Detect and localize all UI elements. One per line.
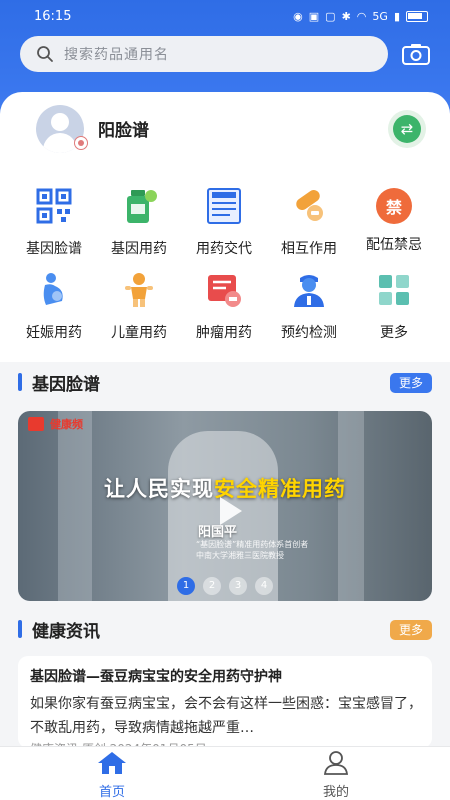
camera-icon[interactable] <box>401 42 431 66</box>
news-more-button[interactable]: 更多 <box>390 620 432 640</box>
user-icon <box>323 751 349 775</box>
switch-profile-button[interactable]: ⇄ <box>388 110 426 148</box>
grid-label: 相互作用 <box>281 241 337 257</box>
video-subtitle-line2: 中南大学湘雅三医院教授 <box>196 551 284 560</box>
video-subtitle-line1: “基因脸谱”精准用药体系首创者 <box>196 540 309 549</box>
signal-icon: ▮ <box>393 9 400 23</box>
grid-label: 妊娠用药 <box>26 325 82 341</box>
forbidden-badge-icon: 禁 <box>376 188 412 224</box>
pregnant-woman-icon <box>43 273 63 305</box>
instruction-sheet-icon <box>207 188 241 224</box>
news-summary: 如果你家有蚕豆病宝宝，会不会有这样一些困惑：宝宝感冒了，不敢乱用药，导致病情越拖… <box>30 696 422 736</box>
grid-label: 基因用药 <box>111 241 167 257</box>
grid-label: 基因脸谱 <box>26 241 82 257</box>
vibrate-icon: ▢ <box>325 9 336 23</box>
search-input[interactable]: 搜索药品通用名 <box>64 44 169 64</box>
grid-label: 用药交代 <box>196 241 252 257</box>
video-brand-logo-icon <box>28 417 44 431</box>
tab-home-label: 首页 <box>98 785 125 800</box>
grid-item-tumor[interactable]: 肿瘤用药 <box>182 266 266 341</box>
grid-item-children[interactable]: 儿童用药 <box>97 266 181 341</box>
child-icon <box>125 273 153 307</box>
carousel-dot[interactable]: 4 <box>255 577 273 595</box>
profile-card[interactable]: 阳脸谱 ⇄ <box>18 96 434 162</box>
grid-item-interaction[interactable]: 相互作用 <box>267 182 351 257</box>
search-bar[interactable]: 搜索药品通用名 <box>20 36 388 72</box>
avatar-badge-icon <box>74 136 88 150</box>
grid-label: 预约检测 <box>281 325 337 341</box>
grid-item-drug-instructions[interactable]: 用药交代 <box>182 182 266 257</box>
section-title-gene: 基因脸谱 <box>18 370 100 395</box>
profile-name: 阳脸谱 <box>98 121 149 141</box>
forbidden-badge-text: 禁 <box>385 198 402 217</box>
grid-item-gene-face[interactable]: 基因脸谱 <box>12 182 96 257</box>
grid-item-more[interactable]: 更多 <box>352 266 436 341</box>
more-grid-icon <box>379 275 409 305</box>
medicine-bottle-icon <box>127 190 157 223</box>
battery-icon <box>406 10 428 22</box>
app-screen: 16:15 ◉ ▣ ▢ ✱ ◠ 5G ▮ 搜索药品通用名 阳脸谱 ⇄ 基因脸谱 … <box>0 0 450 800</box>
grid-item-pregnancy[interactable]: 妊娠用药 <box>12 266 96 341</box>
news-title[interactable]: 基因脸谱—蚕豆病宝宝的安全用药守护神 <box>30 666 282 686</box>
video-headline-prefix: 让人民实现 <box>104 477 214 501</box>
swap-arrows-icon: ⇄ <box>393 115 421 143</box>
carousel-dot[interactable]: 3 <box>229 577 247 595</box>
nfc-icon: ▣ <box>308 9 320 23</box>
home-icon <box>98 752 126 774</box>
status-bar: 16:15 ◉ ▣ ▢ ✱ ◠ 5G ▮ <box>0 0 450 32</box>
grid-label: 配伍禁忌 <box>366 237 422 253</box>
grid-item-gene-drug[interactable]: 基因用药 <box>97 182 181 257</box>
bottom-tab-bar: 首页 我的 <box>0 746 450 800</box>
eye-icon: ◉ <box>293 9 303 23</box>
signal-label: 5G <box>372 9 388 23</box>
carousel-dot[interactable]: 2 <box>203 577 221 595</box>
doctor-icon <box>294 275 324 307</box>
tumor-report-icon <box>208 275 241 307</box>
grid-label: 肿瘤用药 <box>196 325 252 341</box>
status-icons: ◉ ▣ ▢ ✱ ◠ 5G ▮ <box>293 10 428 23</box>
bluetooth-icon: ✱ <box>341 9 351 23</box>
grid-item-incompatibility[interactable]: 禁 配伍禁忌 <box>352 182 436 253</box>
qr-code-icon <box>36 188 72 224</box>
video-person-subtitle: “基因脸谱”精准用药体系首创者 中南大学湘雅三医院教授 <box>196 539 308 561</box>
video-banner[interactable]: 健康频 让人民实现安全精准用药 阳国平 “基因脸谱”精准用药体系首创者 中南大学… <box>18 411 432 601</box>
status-time: 16:15 <box>34 8 72 24</box>
pills-icon <box>296 189 323 221</box>
video-person-name: 阳国平 <box>198 525 238 540</box>
tab-mine-label: 我的 <box>322 785 349 800</box>
news-card[interactable]: 基因脸谱—蚕豆病宝宝的安全用药守护神 如果你家有蚕豆病宝宝，会不会有这样一些困惑… <box>18 656 432 756</box>
wifi-icon: ◠ <box>356 9 367 23</box>
carousel-dot[interactable]: 1 <box>177 577 195 595</box>
gene-more-button[interactable]: 更多 <box>390 373 432 393</box>
tab-home[interactable]: 首页 <box>72 751 152 800</box>
grid-label: 儿童用药 <box>111 325 167 341</box>
carousel-dots: 1 2 3 4 <box>18 577 432 595</box>
section-title-news: 健康资讯 <box>18 617 100 642</box>
tab-mine[interactable]: 我的 <box>296 751 376 800</box>
grid-item-appointment[interactable]: 预约检测 <box>267 266 351 341</box>
search-icon <box>37 46 53 62</box>
grid-label: 更多 <box>380 325 408 341</box>
video-brand: 健康频 <box>50 418 83 431</box>
